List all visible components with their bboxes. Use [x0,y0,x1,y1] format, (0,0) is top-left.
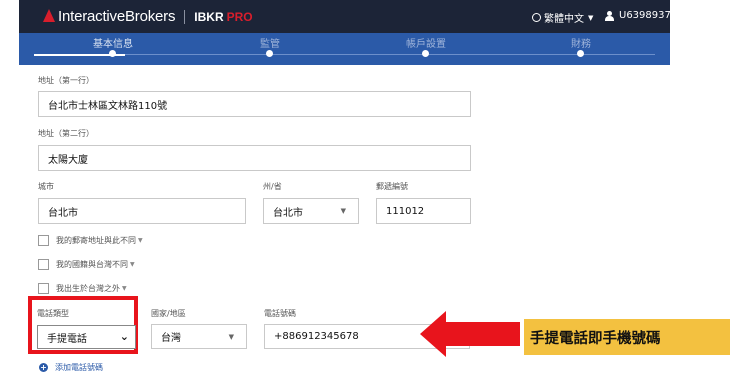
top-header: InteractiveBrokers IBKR PRO 繁體中文 ▼ U6398… [19,0,680,33]
checkbox-label: 我的國籍與台灣不同 [56,260,128,269]
checkbox-row-birthplace[interactable]: 我出生於台灣之外 ▼ [38,283,127,294]
step-financial[interactable]: 財務 [541,35,621,50]
checkbox-label: 我出生於台灣之外 [56,284,120,293]
step-regulatory[interactable]: 監管 [230,35,310,50]
address2-label: 地址（第二行） [38,129,94,138]
country-select[interactable]: 台灣 ▼ [151,324,247,349]
user-id: U6398937 [619,10,671,21]
step-dot [266,50,273,57]
step-account-setup[interactable]: 帳戶設置 [386,35,466,50]
add-phone-label: 添加電話號碼 [55,363,103,372]
chevron-down-icon: ▼ [340,207,346,215]
caret-down-icon: ▼ [130,261,135,268]
postal-input[interactable]: 111012 [376,198,471,224]
globe-icon [532,13,541,22]
postal-label: 郵遞編號 [376,182,408,191]
language-label: 繁體中文 [544,14,584,25]
ib-logo[interactable]: InteractiveBrokers IBKR PRO [42,8,253,25]
chevron-down-icon: ⌄ [119,330,129,343]
checkbox-label: 我的郵寄地址與此不同 [56,236,136,245]
step-dot [109,50,116,57]
state-select[interactable]: 台北市 ▼ [263,198,359,224]
checkbox-nationality[interactable] [38,259,49,270]
caret-down-icon: ▼ [138,237,143,244]
address1-input[interactable]: 台北市士林區文林路110號 [38,91,471,117]
user-menu[interactable]: U6398937 ▼ [605,10,680,21]
phone-type-value: 手提電話 [47,333,87,345]
checkbox-birthplace[interactable] [38,283,49,294]
logo-divider [184,9,186,24]
caret-down-icon: ▼ [674,11,681,20]
phone-type-select[interactable]: 手提電話 ⌄ [37,325,136,349]
red-arrow-icon [420,311,520,357]
language-selector[interactable]: 繁體中文 ▼ [532,10,593,25]
caret-down-icon: ▼ [588,13,594,22]
city-input[interactable]: 台北市 [38,198,246,224]
state-value: 台北市 [273,207,303,219]
add-phone-link[interactable]: + 添加電話號碼 [39,362,103,373]
step-dot [422,50,429,57]
ib-flame-icon [42,9,55,24]
user-icon [605,10,614,21]
product-name: IBKR [194,9,224,24]
product-suffix: PRO [226,9,253,24]
annotation-callout: 手提電話即手機號碼 [524,319,730,355]
state-label: 州/省 [263,182,282,191]
checkbox-row-nationality[interactable]: 我的國籍與台灣不同 ▼ [38,259,135,270]
address2-input[interactable]: 太陽大廈 [38,145,471,171]
chevron-down-icon: ▼ [228,333,234,341]
progress-stepper: 基本信息 監管 帳戶設置 財務 [19,33,670,65]
address1-label: 地址（第一行） [38,76,94,85]
step-basic-info[interactable]: 基本信息 [73,35,153,50]
checkbox-mailing-address[interactable] [38,235,49,246]
stepper-track [34,54,655,55]
checkbox-row-mailing-address[interactable]: 我的郵寄地址與此不同 ▼ [38,235,143,246]
brand-name: InteractiveBrokers [58,8,176,25]
country-value: 台灣 [161,333,181,344]
caret-down-icon: ▼ [122,285,127,292]
step-dot [577,50,584,57]
phone-number-label: 電話號碼 [264,309,296,318]
city-label: 城市 [38,182,54,191]
country-label: 國家/地區 [151,309,186,318]
phone-type-label: 電話類型 [37,309,69,318]
plus-circle-icon: + [39,363,48,372]
